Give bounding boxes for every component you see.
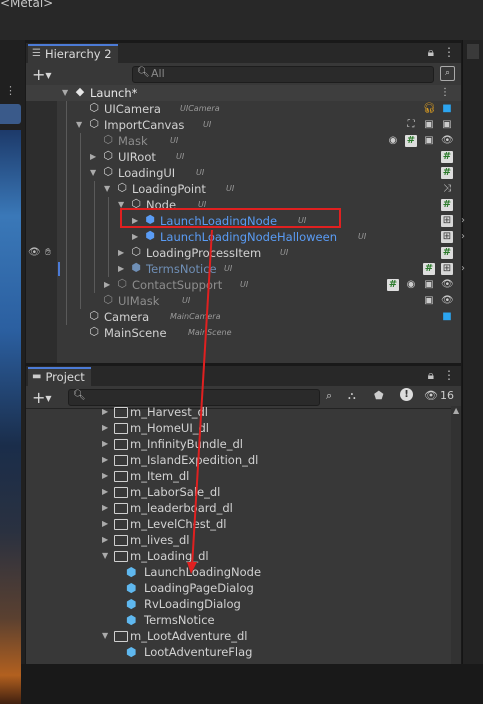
annotation-arrow-head	[187, 562, 197, 574]
annotation-arrow-line	[191, 229, 213, 568]
annotation-arrow	[187, 229, 213, 574]
